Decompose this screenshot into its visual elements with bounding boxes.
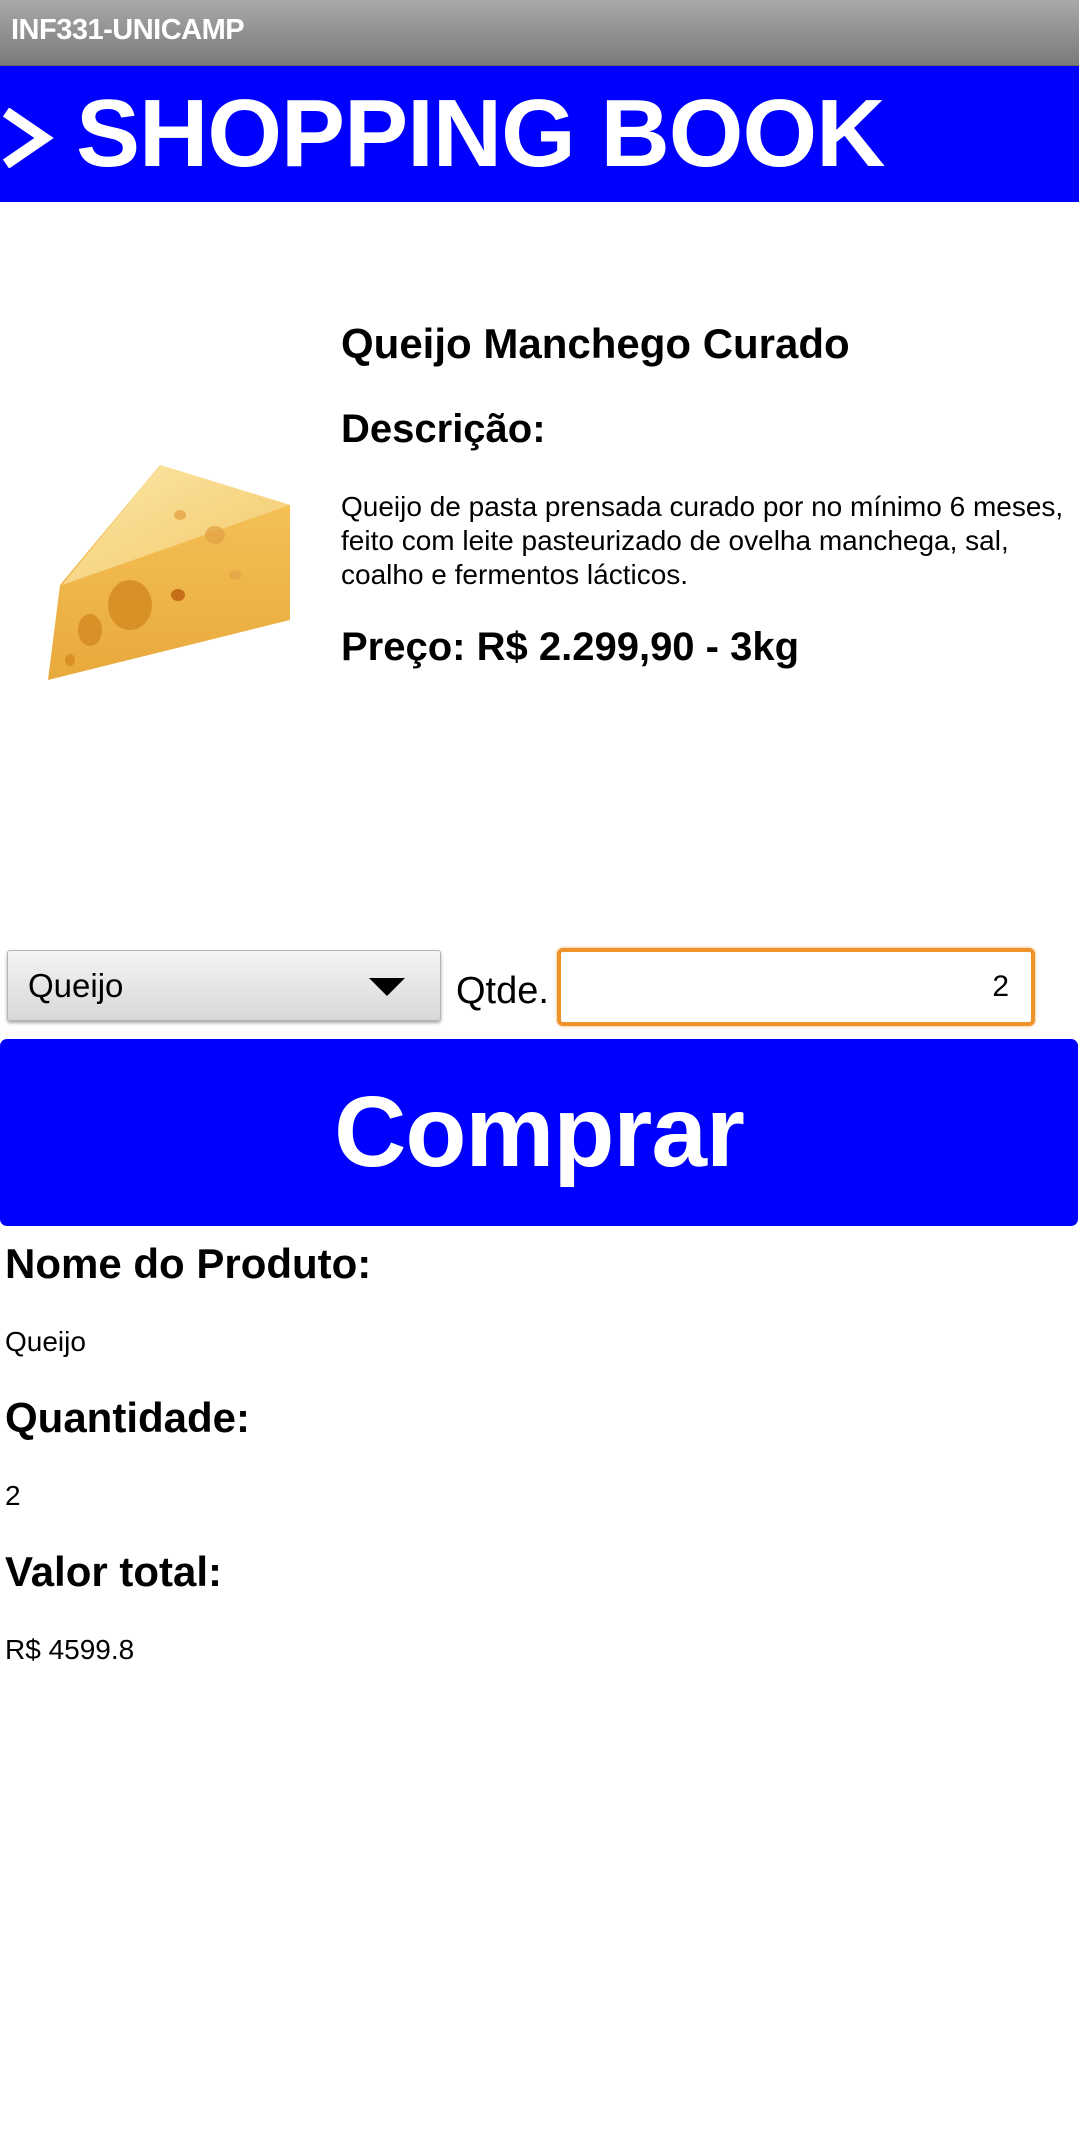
description-heading: Descrição: xyxy=(341,407,546,451)
quantity-input[interactable] xyxy=(557,948,1035,1026)
summary-quantity-heading: Quantidade: xyxy=(5,1394,251,1441)
app-bar: INF331-UNICAMP xyxy=(0,0,1079,66)
summary-product-value: Queijo xyxy=(5,1326,86,1357)
cheese-wedge-image xyxy=(48,465,290,680)
summary-total-heading: Valor total: xyxy=(5,1548,223,1595)
product-description: Queijo de pasta prensada curado por no m… xyxy=(341,491,1064,590)
buy-button[interactable]: Comprar xyxy=(0,1039,1078,1226)
summary-total-value: R$ 4599.8 xyxy=(5,1634,135,1665)
product-select[interactable]: Queijo xyxy=(7,950,441,1021)
product-price: Preço: R$ 2.299,90 - 3kg xyxy=(341,625,800,669)
dropdown-arrow-icon xyxy=(369,978,405,996)
chevron-right-icon xyxy=(2,108,54,168)
product-select-value: Queijo xyxy=(28,967,124,1004)
quantity-label: Qtde. xyxy=(456,970,549,1012)
summary-product-heading: Nome do Produto: xyxy=(5,1240,372,1287)
banner-title: SHOPPING BOOK xyxy=(76,80,885,187)
summary-quantity-value: 2 xyxy=(5,1480,21,1511)
shopping-banner: SHOPPING BOOK xyxy=(0,66,1079,202)
app-title: INF331-UNICAMP xyxy=(11,14,245,46)
product-name: Queijo Manchego Curado xyxy=(341,320,850,367)
